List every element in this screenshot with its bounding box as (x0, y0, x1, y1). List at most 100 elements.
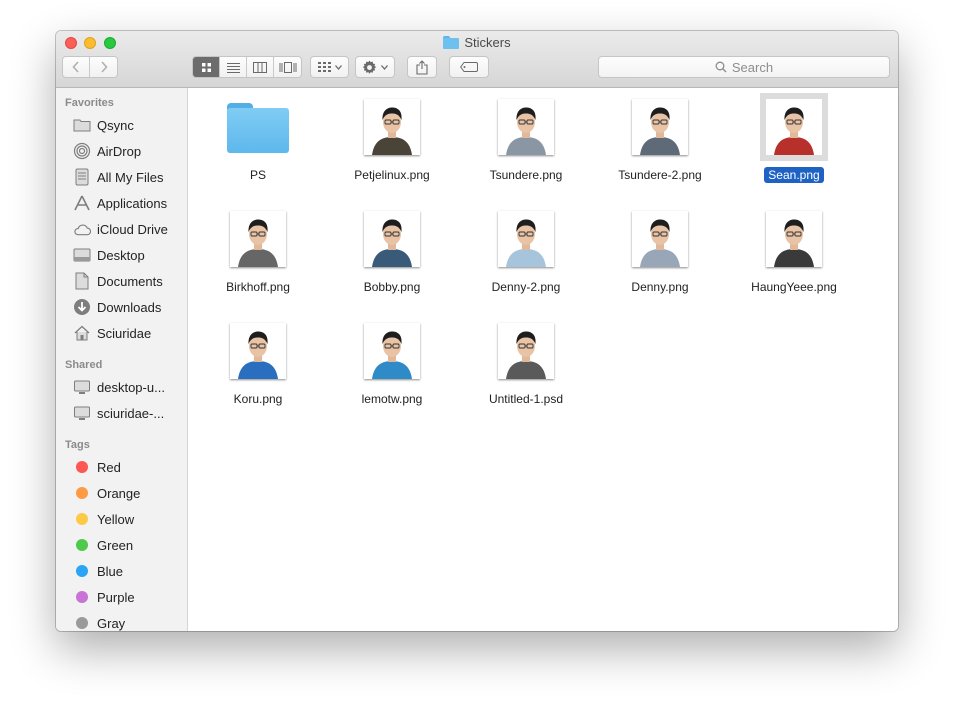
file-item[interactable]: Sean.png (727, 93, 861, 184)
share-button[interactable] (407, 56, 437, 78)
search-field[interactable]: Search (598, 56, 890, 78)
file-item[interactable]: Petjelinux.png (325, 99, 459, 184)
file-item[interactable]: Denny-2.png (459, 211, 593, 296)
sidebar-tag-green[interactable]: Green (73, 535, 133, 555)
sidebar-tag-blue[interactable]: Blue (73, 561, 123, 581)
icon-view-icon (201, 62, 211, 72)
downloads-icon (73, 298, 91, 316)
tag-dot-icon (73, 562, 91, 580)
sidebar-item-shared-1[interactable]: sciuridae-... (73, 403, 164, 423)
sidebar-item-label: Gray (97, 615, 126, 631)
search-icon (715, 61, 727, 73)
sidebar-item-sciuridae[interactable]: Sciuridae (73, 323, 151, 343)
sidebar-tag-red[interactable]: Red (73, 457, 121, 477)
computer-icon (73, 404, 91, 422)
window-title-text: Stickers (464, 35, 511, 50)
tag-dot-icon (73, 536, 91, 554)
sidebar-tag-yellow[interactable]: Yellow (73, 509, 134, 529)
file-item[interactable]: HaungYeee.png (727, 211, 861, 296)
image-thumbnail (498, 99, 554, 155)
file-name-label: Bobby.png (363, 280, 421, 294)
image-thumbnail (766, 211, 822, 267)
tag-icon (460, 62, 478, 72)
sidebar: Favorites Qsync AirDrop All My Files Applica… (56, 88, 188, 631)
folder-icon (443, 36, 460, 49)
sidebar-section-shared: Shared (65, 359, 103, 371)
file-item[interactable]: Bobby.png (325, 211, 459, 296)
sidebar-tag-orange[interactable]: Orange (73, 483, 140, 503)
file-name-label: Birkhoff.png (226, 280, 290, 294)
sidebar-item-label: Desktop (97, 247, 145, 263)
chevron-left-icon (72, 61, 79, 73)
folder-item[interactable]: PS (191, 99, 325, 184)
computer-icon (73, 378, 91, 396)
sidebar-item-shared-0[interactable]: desktop-u... (73, 377, 165, 397)
file-name-label: Untitled-1.psd (488, 392, 564, 406)
list-view-button[interactable] (220, 57, 247, 77)
file-item[interactable]: Denny.png (593, 211, 727, 296)
sidebar-tag-gray[interactable]: Gray (73, 613, 125, 631)
file-item[interactable]: Birkhoff.png (191, 211, 325, 296)
folder-icon (73, 116, 91, 134)
icon-view-button[interactable] (193, 57, 220, 77)
file-item[interactable]: Untitled-1.psd (459, 323, 593, 408)
sidebar-item-label: iCloud Drive (97, 221, 168, 237)
file-name-label: PS (249, 168, 266, 182)
sidebar-item-label: Orange (97, 485, 141, 501)
tag-dot-icon (73, 458, 91, 476)
sidebar-section-tags: Tags (65, 439, 90, 451)
cover-flow-view-button[interactable] (274, 57, 301, 77)
sidebar-item-label: desktop-u... (97, 379, 165, 395)
chevron-down-icon (381, 64, 388, 70)
finder-window: Stickers Search Favorites Qsync AirDrop … (56, 31, 898, 631)
file-item[interactable]: Koru.png (191, 323, 325, 408)
arrange-button[interactable] (310, 56, 349, 78)
sidebar-item-applications[interactable]: Applications (73, 193, 167, 213)
desktop-icon (73, 246, 91, 264)
file-name-label: Petjelinux.png (354, 168, 430, 182)
file-item[interactable]: lemotw.png (325, 323, 459, 408)
sidebar-item-qsync[interactable]: Qsync (73, 115, 134, 135)
column-view-button[interactable] (247, 57, 274, 77)
sidebar-item-label: All My Files (97, 169, 164, 185)
edit-tags-button[interactable] (449, 56, 489, 78)
sidebar-item-label: sciuridae-... (97, 405, 165, 421)
image-thumbnail (498, 211, 554, 267)
list-view-icon (226, 62, 240, 73)
sidebar-item-airdrop[interactable]: AirDrop (73, 141, 141, 161)
image-thumbnail (364, 323, 420, 379)
sidebar-item-desktop[interactable]: Desktop (73, 245, 145, 265)
action-button[interactable] (355, 56, 395, 78)
navigation-buttons (62, 56, 118, 78)
sidebar-item-all-my-files[interactable]: All My Files (73, 167, 163, 187)
sidebar-tag-purple[interactable]: Purple (73, 587, 135, 607)
sidebar-item-label: Qsync (97, 117, 134, 133)
file-item[interactable]: Tsundere.png (459, 99, 593, 184)
all-files-icon (73, 168, 91, 186)
sidebar-item-label: Purple (97, 589, 135, 605)
file-item[interactable]: Tsundere-2.png (593, 99, 727, 184)
image-thumbnail (230, 211, 286, 267)
share-icon (416, 59, 428, 75)
sidebar-item-icloud-drive[interactable]: iCloud Drive (73, 219, 168, 239)
file-name-label: Denny.png (631, 280, 689, 294)
sidebar-item-label: Downloads (97, 299, 162, 315)
image-thumbnail (632, 211, 688, 267)
file-name-label: lemotw.png (361, 392, 423, 406)
window-title: Stickers (56, 35, 898, 50)
back-button[interactable] (63, 57, 90, 77)
sidebar-item-label: Sciuridae (97, 325, 152, 341)
cloud-icon (73, 220, 91, 238)
tag-dot-icon (73, 510, 91, 528)
documents-icon (73, 272, 91, 290)
sidebar-item-documents[interactable]: Documents (73, 271, 163, 291)
tag-dot-icon (73, 588, 91, 606)
image-thumbnail (230, 323, 286, 379)
toolbar: Stickers Search (56, 31, 898, 88)
airdrop-icon (73, 142, 91, 160)
image-thumbnail (364, 211, 420, 267)
forward-button[interactable] (90, 57, 117, 77)
sidebar-item-downloads[interactable]: Downloads (73, 297, 161, 317)
applications-icon (73, 194, 91, 212)
sidebar-item-label: Yellow (97, 511, 135, 527)
